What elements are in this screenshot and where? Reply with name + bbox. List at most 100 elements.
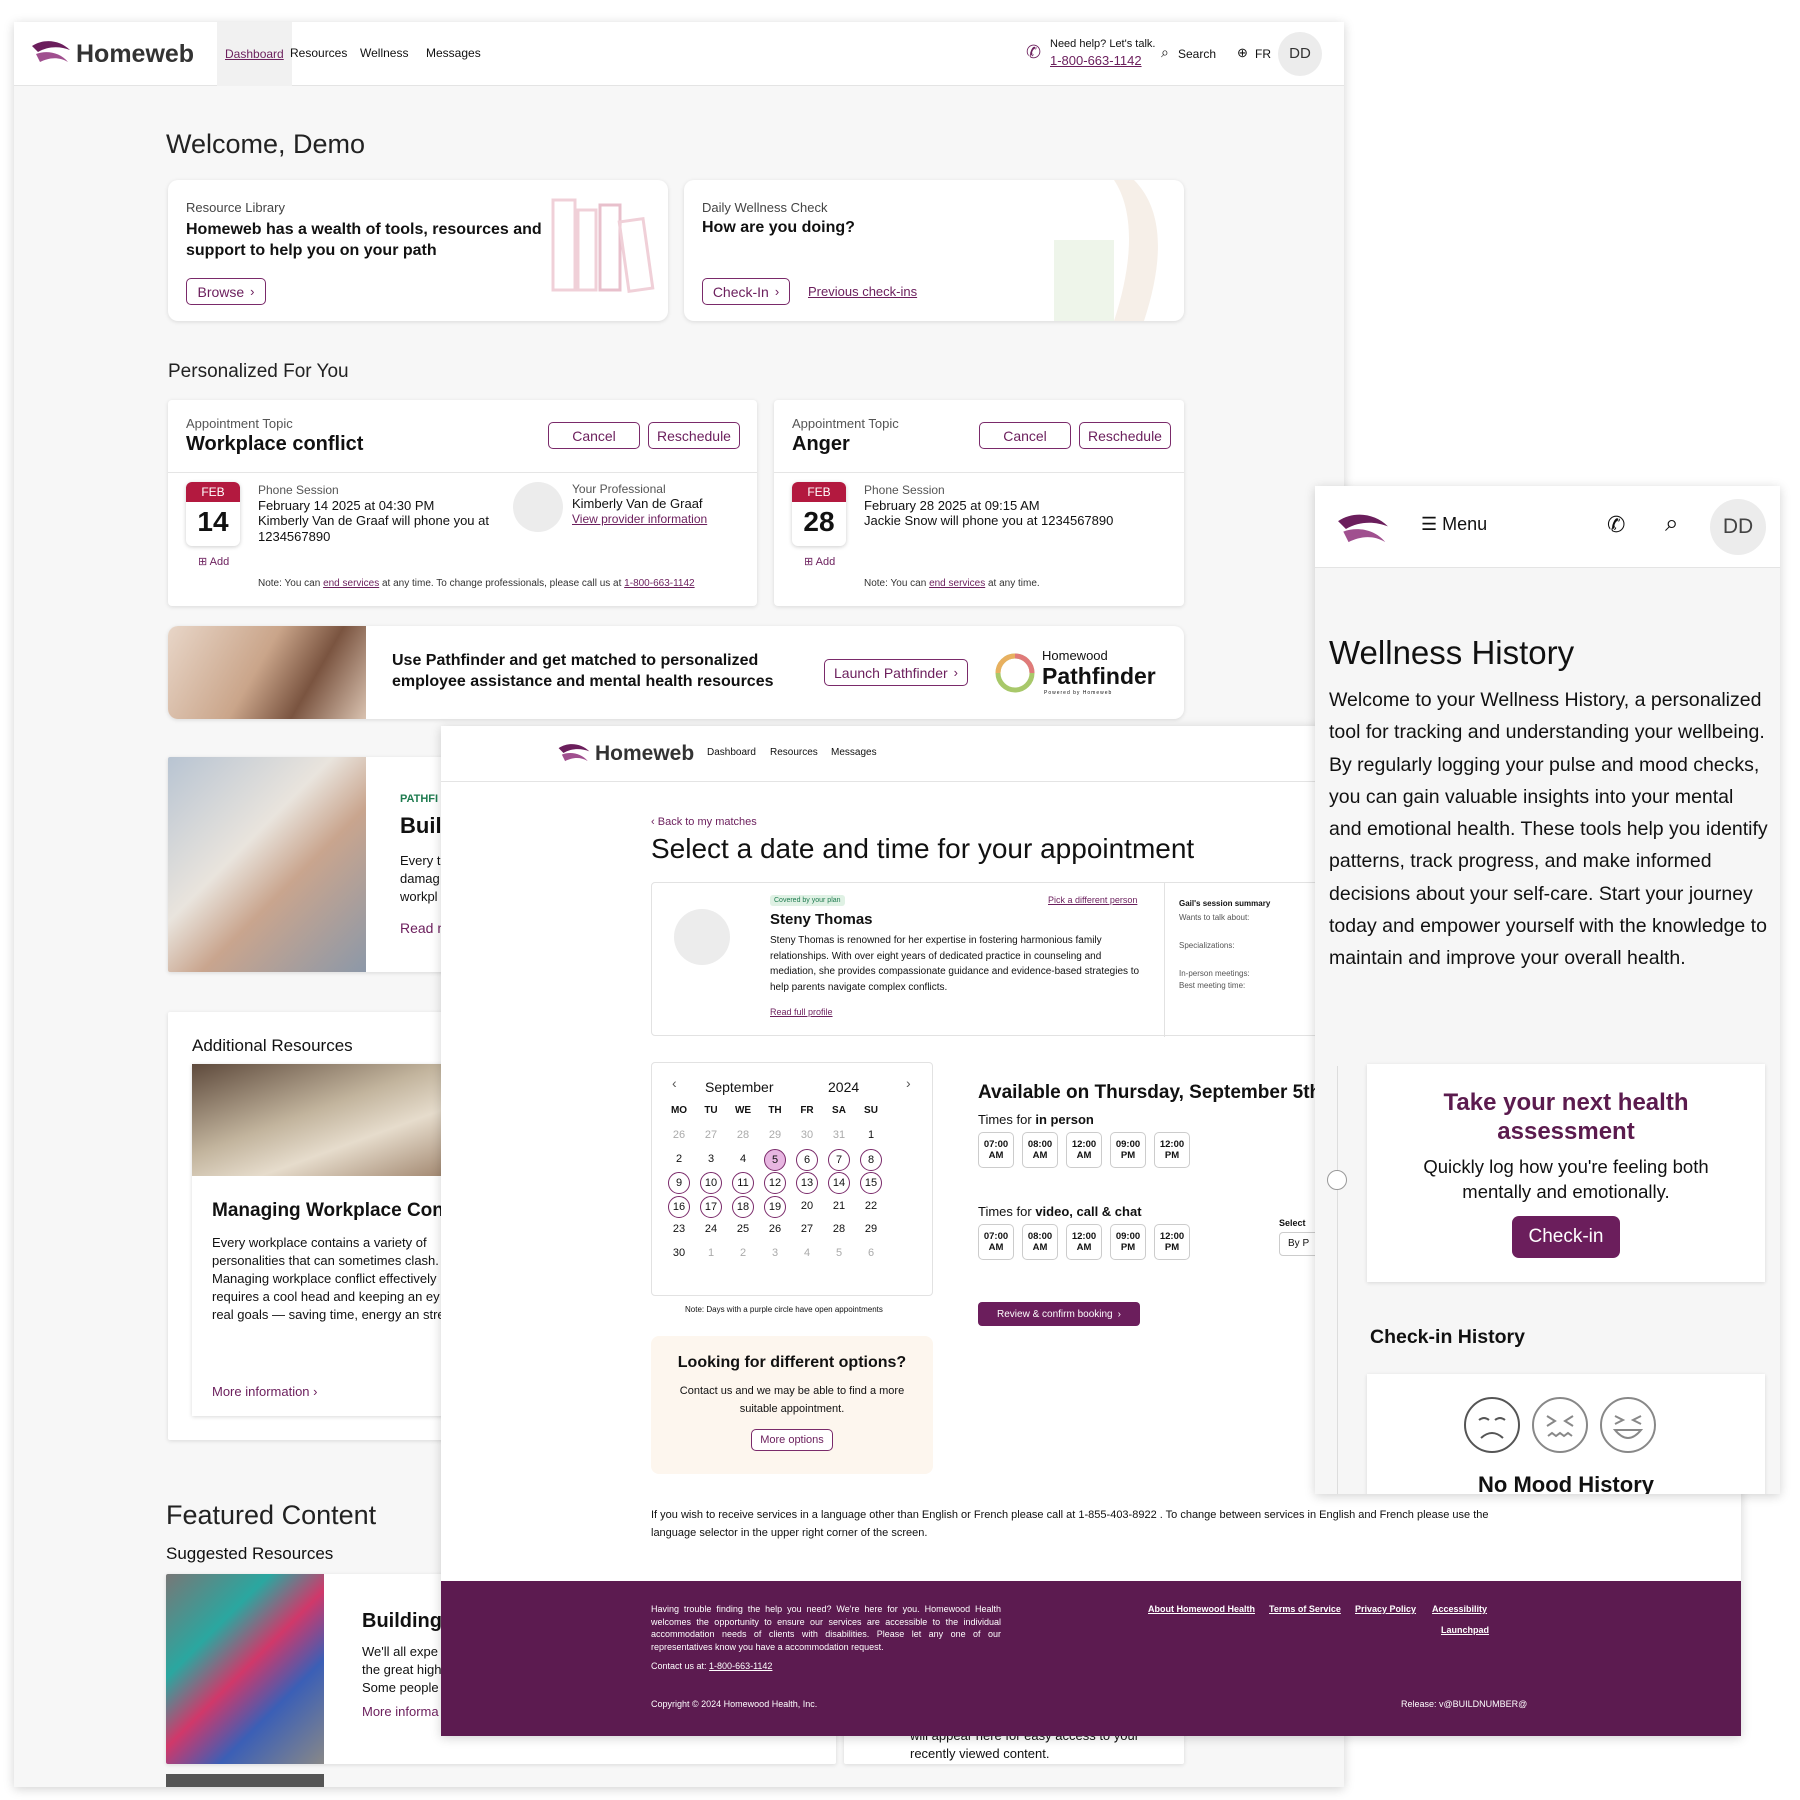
browse-button[interactable]: Browse › [186, 278, 266, 305]
time-slot[interactable]: 12:00 AM [1066, 1224, 1102, 1260]
welcome-heading: Welcome, Demo [166, 129, 366, 159]
calendar-add-icon: ⊞ [804, 556, 814, 568]
suggested-resources-heading: Suggested Resources [166, 1544, 334, 1563]
check-in-label: Check-In [712, 283, 769, 300]
view-provider-link[interactable]: View provider information [572, 512, 707, 526]
date-day: 14 [197, 506, 229, 537]
calendar-day: 1 [867, 1129, 875, 1141]
footer-phone-link[interactable]: 1-800-663-1142 [709, 1661, 772, 1671]
calendar-day[interactable]: 13 [796, 1172, 818, 1194]
time-slot[interactable]: 09:00 PM [1110, 1224, 1146, 1260]
featured-more-link[interactable]: More informa [362, 1704, 439, 1719]
session-detail: Kimberly Van de Graaf will phone you at … [258, 513, 489, 544]
date-day: 28 [803, 506, 835, 537]
slot-time: 09:00 [1115, 1139, 1141, 1150]
calendar-day[interactable]: 16 [668, 1195, 690, 1218]
footer-link-terms[interactable]: Terms of Service [1269, 1604, 1341, 1614]
search-icon[interactable]: ⌕ [1665, 510, 1678, 538]
end-services-link[interactable]: end services [929, 578, 985, 589]
calendar-day[interactable]: 15 [860, 1172, 882, 1194]
phone-icon[interactable]: ✆ [1607, 512, 1625, 538]
end-services-link[interactable]: end services [323, 578, 379, 589]
nav-dashboard[interactable]: Dashboard [217, 22, 292, 86]
add-to-calendar-button[interactable]: ⊞ Add [804, 555, 835, 568]
footer-copyright: Copyright © 2024 Homewood Health, Inc. [651, 1699, 818, 1709]
homeweb-logo-text[interactable]: Homeweb [76, 40, 194, 69]
add-to-calendar-button[interactable]: ⊞ Add [198, 555, 229, 568]
reschedule-button[interactable]: Reschedule [1079, 422, 1171, 449]
time-slot[interactable]: 12:00 AM [1066, 1132, 1102, 1168]
globe-icon[interactable]: ⊕ [1237, 45, 1248, 61]
calendar-day[interactable]: 18 [732, 1195, 754, 1218]
no-mood-history: No Mood History [1478, 1472, 1654, 1494]
more-info-label: More information [212, 1384, 310, 1399]
calendar-day[interactable]: 10 [700, 1172, 722, 1194]
homeweb-logo-icon[interactable] [30, 36, 72, 68]
time-slot[interactable]: 08:00 AM [1022, 1132, 1058, 1168]
chevron-right-icon: › [774, 284, 780, 299]
timeline-radio[interactable] [1327, 1170, 1347, 1190]
read-profile-link[interactable]: Read full profile [770, 1007, 833, 1017]
time-slot[interactable]: 07:00 AM [978, 1224, 1014, 1260]
time-slot[interactable]: 12:00 PM [1154, 1132, 1190, 1168]
avatar[interactable]: DD [1278, 32, 1322, 76]
back-link[interactable]: ‹ Back to my matches [651, 816, 757, 828]
professional-avatar [513, 482, 563, 532]
homeweb-logo-icon[interactable] [1335, 508, 1391, 550]
calendar-day[interactable]: 12 [764, 1172, 786, 1194]
calendar-day[interactable]: 19 [764, 1195, 786, 1218]
nav-dashboard[interactable]: Dashboard [707, 747, 756, 758]
nav-wellness[interactable]: Wellness [360, 46, 408, 60]
check-in-button[interactable]: Check-In › [702, 278, 790, 305]
featured-body-3: Some people [362, 1680, 439, 1695]
calendar-day[interactable]: 8 [860, 1148, 882, 1171]
homeweb-logo-icon[interactable] [557, 740, 591, 766]
cancel-button[interactable]: Cancel [979, 422, 1071, 449]
footer-link-launchpad[interactable]: Launchpad [1441, 1625, 1489, 1635]
footer-link-accessibility[interactable]: Accessibility [1432, 1604, 1487, 1614]
checkin-button[interactable]: Check-in [1512, 1216, 1620, 1258]
calendar-day[interactable]: 7 [828, 1148, 850, 1171]
calendar-day[interactable]: 17 [700, 1195, 722, 1218]
footer-link-privacy[interactable]: Privacy Policy [1355, 1604, 1416, 1614]
article-body-3: workpl [400, 889, 438, 904]
footer-contact: Contact us at: 1-800-663-1142 [651, 1661, 772, 1671]
nav-messages[interactable]: Messages [426, 46, 481, 60]
calendar-day[interactable]: 14 [828, 1172, 850, 1194]
menu-button[interactable]: ☰ Menu [1421, 514, 1487, 535]
previous-checkins-link[interactable]: Previous check-ins [808, 284, 917, 299]
more-information-link[interactable]: More information › [212, 1384, 318, 1399]
more-options-button[interactable]: More options [751, 1429, 833, 1451]
help-phone-link[interactable]: 1-800-663-1142 [1050, 53, 1142, 68]
avatar[interactable]: DD [1710, 499, 1766, 555]
calendar-day[interactable]: 6 [796, 1148, 818, 1171]
slot-period: AM [1076, 1242, 1092, 1253]
calendar-day: 30 [800, 1129, 814, 1141]
search-icon[interactable]: ⌕ [1161, 44, 1169, 61]
select-value: By P [1288, 1238, 1310, 1249]
cancel-button[interactable]: Cancel [548, 422, 640, 449]
nav-resources[interactable]: Resources [290, 46, 347, 60]
launch-pathfinder-button[interactable]: Launch Pathfinder › [824, 659, 968, 686]
note-phone-link[interactable]: 1-800-663-1142 [624, 578, 694, 589]
nav-messages[interactable]: Messages [831, 747, 877, 758]
time-slot[interactable]: 08:00 AM [1022, 1224, 1058, 1260]
time-slot[interactable]: 07:00 AM [978, 1132, 1014, 1168]
calendar-day[interactable]: 11 [732, 1172, 754, 1194]
review-booking-button[interactable]: Review & confirm booking › [978, 1302, 1140, 1326]
phone-icon[interactable]: ✆ [1026, 42, 1041, 63]
footer-link-about[interactable]: About Homewood Health [1148, 1604, 1255, 1614]
homeweb-logo-text[interactable]: Homeweb [595, 742, 694, 766]
language-link[interactable]: FR [1255, 47, 1271, 61]
nav-resources[interactable]: Resources [770, 747, 818, 758]
calendar-day[interactable]: 9 [668, 1172, 690, 1194]
time-slot[interactable]: 09:00 PM [1110, 1132, 1146, 1168]
calendar-day[interactable]: 5 [764, 1148, 786, 1171]
time-slot[interactable]: 12:00 PM [1154, 1224, 1190, 1260]
pick-different-link[interactable]: Pick a different person [1048, 895, 1137, 905]
article-title: Buil [400, 813, 442, 838]
reschedule-button[interactable]: Reschedule [648, 422, 740, 449]
appointment-card-1: Appointment Topic Workplace conflict Can… [168, 400, 757, 606]
search-link[interactable]: Search [1178, 47, 1216, 61]
video-slots: 07:00 AM 08:00 AM 12:00 AM 09:00 PM 12:00 PM [978, 1224, 1238, 1264]
